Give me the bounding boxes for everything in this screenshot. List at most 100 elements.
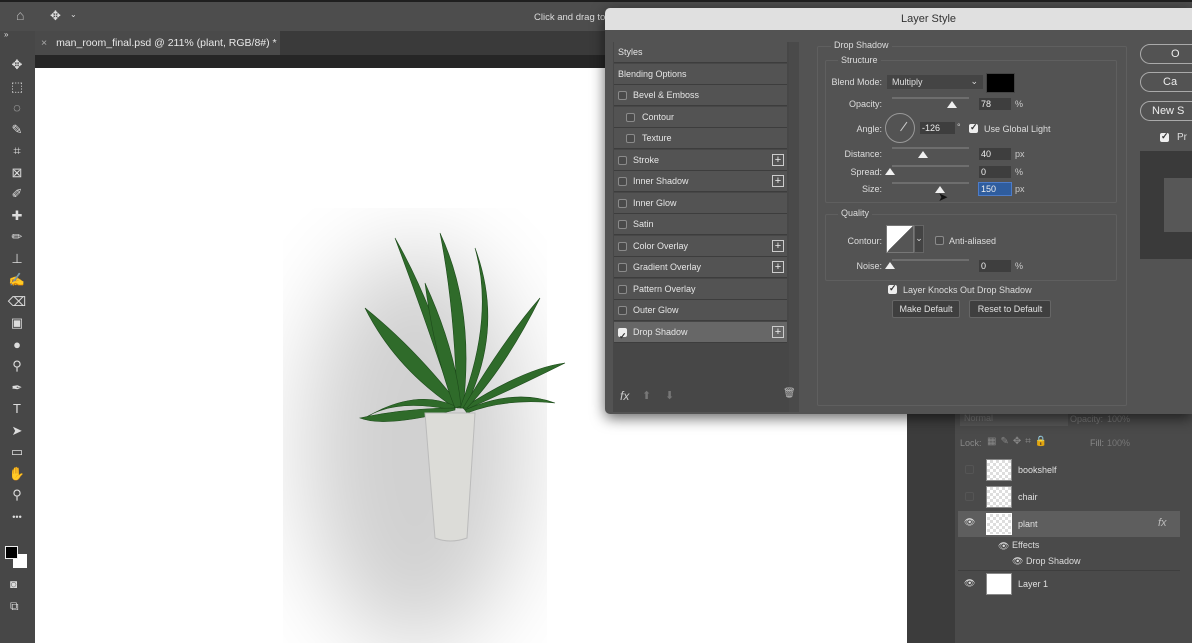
distance-slider[interactable] [892,147,969,149]
style-checkbox[interactable] [618,263,627,272]
foreground-color-swatch[interactable] [5,546,18,559]
spread-slider[interactable] [892,165,969,167]
fx-icon[interactable]: fx [1158,517,1167,529]
trash-icon[interactable]: 🗑 [783,388,796,399]
layer-row-layer-1[interactable]: 👁 Layer 1 [958,570,1180,597]
drop-shadow-eye-icon[interactable]: 👁 [1012,556,1023,567]
opacity-slider-handle[interactable] [947,101,957,108]
style-item-bevel-emboss[interactable]: Bevel & Emboss [614,85,787,106]
make-default-button[interactable]: Make Default [892,300,960,318]
quick-select-tool-icon[interactable]: ✎ [6,121,28,139]
style-checkbox[interactable] [618,91,627,100]
marquee-tool-icon[interactable]: ⬚ [6,78,28,96]
layer-row-chair[interactable]: chair [958,484,1180,511]
style-item-stroke[interactable]: Stroke + [614,149,787,171]
spread-input[interactable]: 0 [979,166,1011,178]
style-item-inner-glow[interactable]: Inner Glow [614,192,787,214]
angle-input[interactable]: -126 [920,122,955,134]
lock-icons[interactable]: ▦✎✥⌗🔒 [987,436,1051,447]
style-item-inner-shadow[interactable]: Inner Shadow + [614,171,787,192]
layer-row-bookshelf[interactable]: bookshelf [958,457,1180,484]
healing-tool-icon[interactable]: ✚ [6,207,28,225]
move-up-icon[interactable]: ⬆ [642,389,651,402]
distance-input[interactable]: 40 [979,148,1011,160]
add-instance-icon[interactable]: + [772,175,784,187]
add-instance-icon[interactable]: + [772,239,784,252]
opacity-slider[interactable] [892,97,969,99]
fill-field[interactable]: 100% [1107,438,1130,448]
blend-mode-select[interactable]: Normal [960,413,1068,426]
expand-icon[interactable]: » [4,30,8,39]
size-slider[interactable] [892,182,969,184]
pen-tool-icon[interactable]: ✒ [6,379,28,397]
crop-tool-icon[interactable]: ⌗ [6,142,28,160]
reset-to-default-button[interactable]: Reset to Default [969,300,1051,318]
style-checkbox[interactable] [618,155,627,165]
style-checkbox[interactable] [618,326,627,347]
more-tools-icon[interactable]: ••• [6,508,28,526]
style-checkbox[interactable] [618,198,627,208]
styles-scrollbar[interactable] [789,42,799,412]
type-tool-icon[interactable]: T [6,400,28,418]
gradient-tool-icon[interactable]: ▣ [6,314,28,332]
eraser-tool-icon[interactable]: ⌫ [6,293,28,311]
anti-aliased-checkbox[interactable] [935,236,944,245]
noise-input[interactable]: 0 [979,260,1011,272]
eye-icon[interactable]: 👁 [964,578,975,589]
blur-tool-icon[interactable]: ● [6,336,28,354]
noise-slider-handle[interactable] [885,262,895,269]
style-item-pattern-overlay[interactable]: Pattern Overlay [614,278,787,300]
path-select-tool-icon[interactable]: ➤ [6,422,28,440]
frame-tool-icon[interactable]: ⊠ [6,164,28,182]
style-item-texture[interactable]: Texture [614,128,787,149]
screen-mode-icon[interactable]: ⧉ [10,599,19,614]
hand-tool-icon[interactable]: ✋ [6,465,28,483]
fx-menu-icon[interactable]: fx [620,389,629,403]
visibility-toggle[interactable] [965,465,974,474]
style-checkbox[interactable] [626,112,635,122]
stamp-tool-icon[interactable]: ⊥ [6,250,28,268]
style-checkbox[interactable] [626,134,635,143]
contour-dropdown[interactable]: ⌄ [914,225,924,253]
use-global-light-checkbox[interactable] [969,122,978,133]
add-instance-icon[interactable]: + [772,325,784,338]
style-checkbox[interactable] [618,306,627,315]
style-item-outer-glow[interactable]: Outer Glow [614,300,787,321]
move-tool-icon[interactable]: ✥ [6,56,28,74]
style-checkbox[interactable] [618,220,627,229]
brush-tool-icon[interactable]: ✏ [6,228,28,246]
eye-icon[interactable]: 👁 [964,517,975,528]
shadow-color-swatch[interactable] [986,73,1015,93]
style-item-gradient-overlay[interactable]: Gradient Overlay + [614,257,787,278]
style-item-blending-options[interactable]: Blending Options [614,63,787,85]
knocks-out-checkbox[interactable] [888,283,897,294]
dodge-tool-icon[interactable]: ⚲ [6,357,28,375]
size-input[interactable]: 150 [979,183,1011,195]
style-item-satin[interactable]: Satin [614,214,787,235]
cancel-button[interactable]: Ca [1140,72,1192,92]
blend-mode-select[interactable]: Multiply ⌄ [887,75,983,89]
style-item-styles[interactable]: Styles [614,42,787,63]
eyedropper-tool-icon[interactable]: ✐ [6,185,28,203]
spread-slider-handle[interactable] [885,168,895,175]
style-checkbox[interactable] [618,177,627,186]
lasso-tool-icon[interactable]: ◌ [6,99,28,117]
distance-slider-handle[interactable] [918,151,928,158]
layer-row-plant[interactable]: 👁 plant fx [958,511,1180,537]
move-down-icon[interactable]: ⬇ [665,389,674,402]
add-instance-icon[interactable]: + [772,153,784,166]
ok-button[interactable]: O [1140,44,1192,64]
preview-checkbox[interactable] [1160,131,1169,142]
style-item-contour[interactable]: Contour [614,106,787,128]
style-item-color-overlay[interactable]: Color Overlay + [614,235,787,257]
opacity-field[interactable]: 100% [1107,414,1130,424]
visibility-toggle[interactable] [965,492,974,501]
angle-dial[interactable] [885,113,915,143]
style-item-drop-shadow[interactable]: Drop Shadow + [614,321,787,347]
effects-eye-icon[interactable]: 👁 [998,541,1009,552]
opacity-input[interactable]: 78 [979,98,1011,110]
history-brush-tool-icon[interactable]: ✍ [6,271,28,289]
new-style-button[interactable]: New S [1140,101,1192,121]
dialog-title[interactable]: Layer Style [605,8,1192,30]
style-checkbox[interactable] [618,284,627,294]
